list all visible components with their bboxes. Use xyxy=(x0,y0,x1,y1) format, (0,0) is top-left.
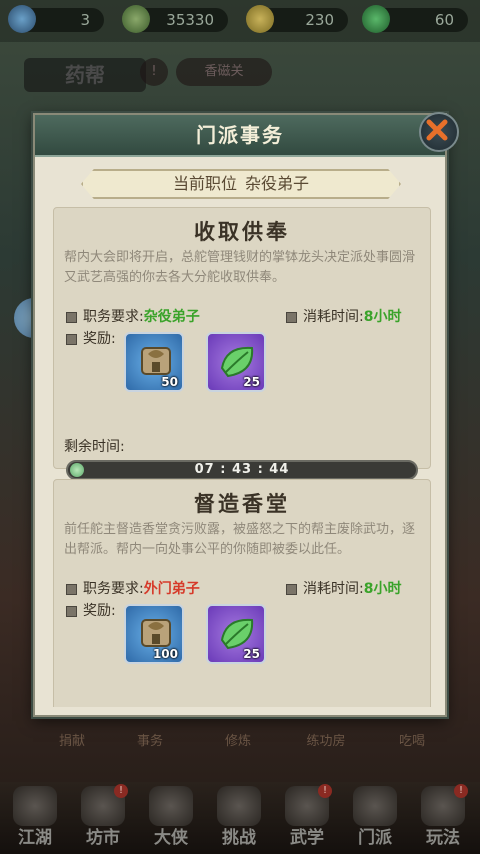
dialog-title: 门派事务 xyxy=(196,123,284,147)
nav-martial[interactable]: ! 武学 xyxy=(276,784,338,852)
rank-label: 当前职位 xyxy=(172,174,237,193)
activity-item[interactable]: 事务 xyxy=(120,730,180,749)
activity-item[interactable]: 捐献 xyxy=(42,730,102,749)
nav-label: 大侠 xyxy=(154,828,188,848)
reward-item[interactable]: 25 xyxy=(206,332,266,392)
resource-coins[interactable]: 35330 xyxy=(122,5,228,33)
resource-value: 3 xyxy=(80,11,90,29)
reward-quantity: 100 xyxy=(152,647,178,661)
notification-badge: ! xyxy=(454,784,468,798)
remaining-time-label: 剩余时间: xyxy=(64,439,125,455)
time-cost-value: 8小时 xyxy=(363,581,402,597)
energy-icon xyxy=(8,5,36,33)
gold-coin-icon xyxy=(246,5,274,33)
task-list[interactable]: 收取供奉 帮内大会即将开启，总舵管理钱财的掌钵龙头决定派处事圆滑又武艺高强的你去… xyxy=(53,207,431,707)
task-title: 督造香堂 xyxy=(194,492,290,516)
nav-gameplay[interactable]: ! 玩法 xyxy=(412,784,474,852)
reward-item[interactable]: 25 xyxy=(206,604,266,664)
task-description: 前任舵主督造香堂贪污败露，被盛怒之下的帮主废除武功，逐出帮派。帮内一向处事公平的… xyxy=(64,522,416,557)
reward-quantity: 25 xyxy=(243,375,260,389)
resource-bar: 3 35330 230 60 xyxy=(0,0,480,42)
nav-label: 坊市 xyxy=(86,828,120,848)
bullet-icon xyxy=(66,311,77,323)
requirement-row: 职务要求:杂役弟子 xyxy=(66,306,200,326)
activity-item[interactable]: 吃喝 xyxy=(382,730,442,749)
requirement-value: 杂役弟子 xyxy=(143,309,200,325)
bullet-icon xyxy=(286,311,297,323)
resource-value: 35330 xyxy=(166,11,214,29)
time-cost-value: 8小时 xyxy=(363,309,402,325)
nav-label: 挑战 xyxy=(222,828,256,848)
jade-icon xyxy=(362,5,390,33)
rank-text: 当前职位 杂役弟子 xyxy=(83,171,399,197)
nav-challenge[interactable]: 挑战 xyxy=(208,786,270,852)
reward-item[interactable]: 50 xyxy=(124,332,184,392)
reward-quantity: 50 xyxy=(161,375,178,389)
task-description: 帮内大会即将开启，总舵管理钱财的掌钵龙头决定派处事圆滑又武艺高强的你去各大分舵收… xyxy=(64,250,416,285)
hero-icon xyxy=(149,786,193,826)
resource-value: 230 xyxy=(305,11,334,29)
bullet-icon xyxy=(66,605,77,617)
reward-label: 奖励: xyxy=(83,603,116,619)
nav-label: 江湖 xyxy=(18,828,52,848)
notification-badge: ! xyxy=(318,784,332,798)
rank-banner: 当前职位 杂役弟子 xyxy=(81,169,401,199)
task-title: 收取供奉 xyxy=(194,220,290,244)
dialog-header: 门派事务 xyxy=(35,115,445,157)
reward-row: 奖励: xyxy=(66,600,116,620)
reward-quantity: 25 xyxy=(243,647,260,661)
resource-energy[interactable]: 3 xyxy=(8,5,104,33)
nav-label: 门派 xyxy=(358,828,392,848)
task-card: 督造香堂 前任舵主督造香堂贪污败露，被盛怒之下的帮主废除武功，逐出帮派。帮内一向… xyxy=(53,479,431,707)
bullet-icon xyxy=(66,333,77,345)
challenge-icon xyxy=(217,786,261,826)
info-icon[interactable]: ! xyxy=(140,58,168,86)
activity-item[interactable]: 修炼 xyxy=(208,730,268,749)
nav-market[interactable]: ! 坊市 xyxy=(72,784,134,852)
rank-value: 杂役弟子 xyxy=(245,174,310,193)
notification-badge: ! xyxy=(114,784,128,798)
time-cost-label: 消耗时间: xyxy=(303,581,364,597)
reward-row: 奖励: xyxy=(66,328,116,348)
task-card: 收取供奉 帮内大会即将开启，总舵管理钱财的掌钵龙头决定派处事圆滑又武艺高强的你去… xyxy=(53,207,431,480)
nav-label: 玩法 xyxy=(426,828,460,848)
requirement-label: 职务要求: xyxy=(83,581,144,597)
jianghu-icon xyxy=(13,786,57,826)
bottom-nav: 江湖 ! 坊市 大侠 挑战 ! 武学 门派 ! 玩法 xyxy=(0,782,480,854)
activity-strip: 捐献 事务 修炼 练功房 吃喝 xyxy=(0,718,480,778)
coin-bag-icon xyxy=(122,5,150,33)
time-cost-label: 消耗时间: xyxy=(303,309,364,325)
guild-chip[interactable]: 香磁关 xyxy=(176,58,272,86)
nav-hero[interactable]: 大侠 xyxy=(140,786,202,852)
remaining-time-value: 07 : 43 : 44 xyxy=(194,462,290,477)
guild-name: 药帮 xyxy=(24,58,146,92)
sect-icon xyxy=(353,786,397,826)
nav-jianghu[interactable]: 江湖 xyxy=(4,786,66,852)
resource-jade[interactable]: 60 xyxy=(362,5,468,33)
resource-gold[interactable]: 230 xyxy=(246,5,348,33)
sect-affairs-dialog: 门派事务 当前职位 杂役弟子 收取供奉 帮内大会即将开启，总舵管理钱财的掌钵龙头决… xyxy=(33,112,459,717)
reward-label: 奖励: xyxy=(83,331,116,347)
time-cost-row: 消耗时间:8小时 xyxy=(286,306,401,326)
nav-sect[interactable]: 门派 xyxy=(344,786,406,852)
nav-label: 武学 xyxy=(290,828,324,848)
bullet-icon xyxy=(286,583,297,595)
requirement-label: 职务要求: xyxy=(83,309,144,325)
task-progress-bar: 07 : 43 : 44 xyxy=(66,460,418,480)
resource-value: 60 xyxy=(434,11,454,29)
close-icon xyxy=(426,119,448,141)
time-cost-row: 消耗时间:8小时 xyxy=(286,578,401,598)
activity-item[interactable]: 练功房 xyxy=(296,730,356,749)
close-button[interactable] xyxy=(419,112,459,152)
requirement-value: 外门弟子 xyxy=(143,581,200,597)
reward-item[interactable]: 100 xyxy=(124,604,184,664)
requirement-row: 职务要求:外门弟子 xyxy=(66,578,200,598)
bullet-icon xyxy=(66,583,77,595)
